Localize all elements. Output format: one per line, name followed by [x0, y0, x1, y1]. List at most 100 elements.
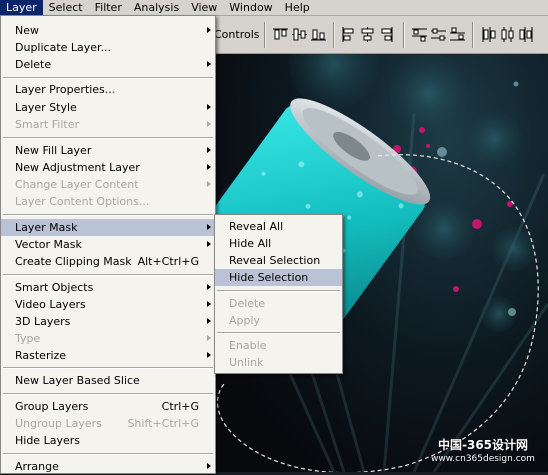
submenu-item-label: Reveal Selection — [229, 254, 321, 267]
submenu-item-reveal-all[interactable]: Reveal All — [215, 218, 342, 235]
menu-separator — [3, 77, 213, 79]
options-bar: Controls — [214, 16, 548, 54]
menu-separator — [3, 453, 213, 455]
distribute-bottom-icon[interactable] — [449, 26, 466, 43]
align-left-icon[interactable] — [340, 26, 357, 43]
menu-item-rasterize[interactable]: Rasterize — [1, 347, 215, 364]
align-right-icon[interactable] — [378, 26, 395, 43]
menu-item-shortcut: Alt+Ctrl+G — [137, 255, 199, 268]
submenu-item-apply[interactable]: Apply — [215, 312, 342, 329]
submenu-item-reveal-selection[interactable]: Reveal Selection — [215, 252, 342, 269]
menu-item-arrange[interactable]: Arrange — [1, 458, 215, 475]
menu-item-label: New Fill Layer — [15, 144, 92, 157]
submenu-item-delete[interactable]: Delete — [215, 295, 342, 312]
submenu-arrow-icon — [207, 284, 211, 290]
menu-item-create-clipping-mask[interactable]: Create Clipping Mask Alt+Ctrl+G — [1, 253, 215, 270]
submenu-arrow-icon — [207, 61, 211, 67]
menu-separator — [217, 332, 340, 334]
menu-help[interactable]: Help — [279, 0, 316, 15]
align-vertical-center-icon[interactable] — [291, 26, 308, 43]
menu-item-smart-objects[interactable]: Smart Objects — [1, 279, 215, 296]
submenu-item-enable[interactable]: Enable — [215, 337, 342, 354]
menu-item-group-layers[interactable]: Group Layers Ctrl+G — [1, 398, 215, 415]
distribute-horizontal-center-icon[interactable] — [499, 26, 516, 43]
menu-item-type[interactable]: Type — [1, 330, 215, 347]
menu-item-new[interactable]: New — [1, 22, 215, 39]
menu-item-label: Delete — [15, 58, 52, 71]
menu-item-label: Arrange — [15, 460, 59, 473]
layer-menu: New Duplicate Layer... Delete Layer Prop… — [0, 15, 216, 474]
align-top-icon[interactable] — [272, 26, 289, 43]
submenu-item-label: Enable — [229, 339, 267, 352]
menu-item-label: Layer Properties... — [15, 83, 116, 96]
submenu-item-hide-all[interactable]: Hide All — [215, 235, 342, 252]
submenu-arrow-icon — [207, 318, 211, 324]
menu-item-delete[interactable]: Delete — [1, 56, 215, 73]
menu-select[interactable]: Select — [43, 0, 89, 15]
submenu-item-label: Hide Selection — [229, 271, 309, 284]
menu-item-smart-filter[interactable]: Smart Filter — [1, 116, 215, 133]
menu-item-3d-layers[interactable]: 3D Layers — [1, 313, 215, 330]
menu-item-label: Layer Content Options... — [15, 195, 150, 208]
layer-mask-submenu: Reveal All Hide All Reveal Selection Hid… — [214, 214, 343, 374]
submenu-item-label: Apply — [229, 314, 261, 327]
distribute-left-icon[interactable] — [480, 26, 497, 43]
menu-item-shortcut: Ctrl+G — [161, 400, 199, 413]
align-bottom-icon[interactable] — [310, 26, 327, 43]
menu-item-vector-mask[interactable]: Vector Mask — [1, 236, 215, 253]
menu-separator — [3, 367, 213, 369]
submenu-arrow-icon — [207, 224, 211, 230]
menu-item-label: 3D Layers — [15, 315, 71, 328]
menu-item-new-adjustment-layer[interactable]: New Adjustment Layer — [1, 159, 215, 176]
menu-item-label: New — [15, 24, 39, 37]
menu-item-layer-style[interactable]: Layer Style — [1, 99, 215, 116]
submenu-arrow-icon — [207, 147, 211, 153]
submenu-item-label: Hide All — [229, 237, 272, 250]
menu-separator — [3, 393, 213, 395]
submenu-item-unlink[interactable]: Unlink — [215, 354, 342, 371]
watermark-url: www.cn365design.com — [431, 454, 535, 464]
menu-separator — [217, 290, 340, 292]
distribute-right-icon[interactable] — [518, 26, 535, 43]
menu-item-layer-content-options[interactable]: Layer Content Options... — [1, 193, 215, 210]
menu-item-video-layers[interactable]: Video Layers — [1, 296, 215, 313]
align-horizontal-center-icon[interactable] — [359, 26, 376, 43]
menu-view[interactable]: View — [185, 0, 223, 15]
distribute-top-icon[interactable] — [411, 26, 428, 43]
menu-item-label: Ungroup Layers — [15, 417, 102, 430]
menu-item-change-layer-content[interactable]: Change Layer Content — [1, 176, 215, 193]
distribute-vertical-center-icon[interactable] — [430, 26, 447, 43]
toolbar-separator — [333, 22, 334, 48]
menu-item-label: Smart Filter — [15, 118, 80, 131]
menu-item-label: Change Layer Content — [15, 178, 139, 191]
menu-window[interactable]: Window — [223, 0, 278, 15]
toolbar-separator — [264, 22, 265, 48]
submenu-item-label: Reveal All — [229, 220, 284, 233]
menu-filter[interactable]: Filter — [89, 0, 128, 15]
menu-item-layer-mask[interactable]: Layer Mask — [1, 219, 215, 236]
menu-separator — [3, 214, 213, 216]
menu-item-label: Group Layers — [15, 400, 89, 413]
menu-item-label: Layer Mask — [15, 221, 78, 234]
submenu-arrow-icon — [207, 241, 211, 247]
menu-item-layer-properties[interactable]: Layer Properties... — [1, 81, 215, 98]
submenu-arrow-icon — [207, 301, 211, 307]
menu-item-label: Hide Layers — [15, 434, 80, 447]
menu-item-label: Type — [15, 332, 41, 345]
menu-item-label: New Adjustment Layer — [15, 161, 140, 174]
submenu-arrow-icon — [207, 335, 211, 341]
menu-analysis[interactable]: Analysis — [128, 0, 185, 15]
watermark-title: 中国-365设计网 — [437, 438, 529, 452]
menu-item-label: Vector Mask — [15, 238, 82, 251]
menu-item-ungroup-layers[interactable]: Ungroup Layers Shift+Ctrl+G — [1, 415, 215, 432]
menu-item-new-layer-based-slice[interactable]: New Layer Based Slice — [1, 372, 215, 389]
menu-item-label: Duplicate Layer... — [15, 41, 112, 54]
show-transform-controls-label[interactable]: Controls — [214, 28, 260, 41]
menu-separator — [3, 274, 213, 276]
menu-item-new-fill-layer[interactable]: New Fill Layer — [1, 142, 215, 159]
submenu-item-hide-selection[interactable]: Hide Selection — [215, 269, 342, 286]
menu-layer[interactable]: Layer — [0, 0, 43, 15]
menu-item-label: Create Clipping Mask — [15, 255, 132, 268]
menu-item-duplicate-layer[interactable]: Duplicate Layer... — [1, 39, 215, 56]
menu-item-hide-layers[interactable]: Hide Layers — [1, 432, 215, 449]
